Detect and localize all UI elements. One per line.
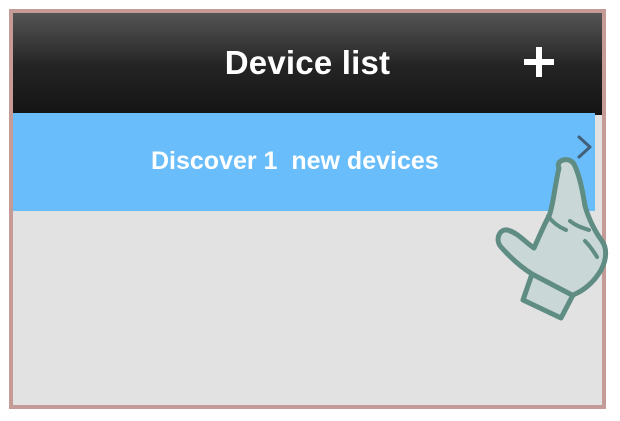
add-device-button[interactable] (520, 43, 558, 81)
device-list-screen: Device list Discover 1 new devices (9, 9, 606, 409)
discover-devices-label: Discover 1 new devices (151, 147, 439, 175)
header-bar: Device list (13, 13, 602, 115)
page-title: Device list (224, 44, 391, 81)
discover-devices-row[interactable]: Discover 1 new devices (13, 113, 595, 211)
chevron-right-icon (575, 132, 595, 162)
plus-icon (524, 47, 554, 77)
